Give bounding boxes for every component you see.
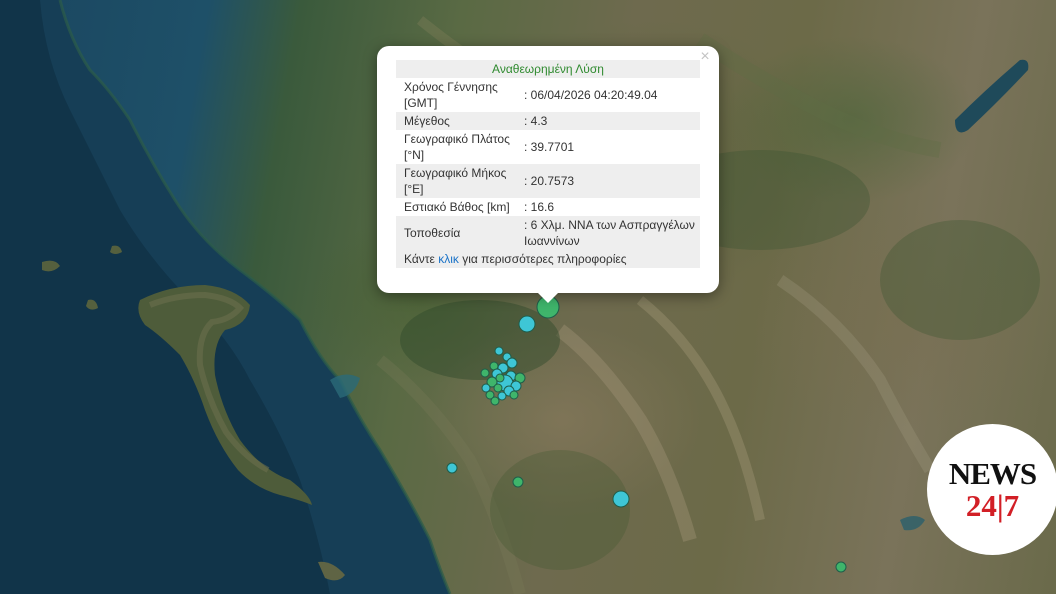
info-row: Χρόνος Γέννησης [GMT] : 06/04/2026 04:20:4…	[396, 78, 700, 112]
info-value: : 39.7701	[524, 140, 575, 154]
info-label: Μέγεθος	[396, 112, 524, 130]
earthquake-marker[interactable]	[480, 368, 490, 378]
earthquake-marker[interactable]	[518, 315, 536, 333]
info-label-text: Τοποθεσία	[404, 226, 461, 240]
info-label-text: Γεωγραφικό Μήκος	[404, 166, 507, 180]
info-label: Γεωγραφικό Μήκος [°E]	[396, 164, 524, 198]
info-value: : 4.3	[524, 114, 548, 128]
more-info-line: Κάντε κλικ για περισσότερες πληροφορίες	[396, 250, 700, 268]
info-label: Χρόνος Γέννησης [GMT]	[396, 78, 524, 112]
info-label-text: Γεωγραφικό Πλάτος	[404, 132, 510, 146]
mountain-ridge	[636, 296, 765, 522]
info-value: : 20.7573	[524, 174, 575, 188]
lake	[955, 59, 1029, 133]
info-value: : 06/04/2026 04:20:49.04	[524, 88, 658, 102]
earthquake-marker[interactable]	[506, 357, 518, 369]
info-value: : 16.6	[524, 200, 555, 214]
popup-title: Αναθεωρημένη Λύση	[396, 60, 700, 78]
earthquake-info-table: Χρόνος Γέννησης [GMT] : 06/04/2026 04:20:4…	[396, 78, 700, 250]
info-label: Τοποθεσία	[396, 216, 524, 250]
info-label: Εστιακό Βάθος [km]	[396, 198, 524, 216]
info-label-text: Μέγεθος	[404, 114, 450, 128]
earthquake-marker[interactable]	[835, 561, 847, 573]
info-label-text: Χρόνος Γέννησης	[404, 80, 498, 94]
info-label-unit: [°N]	[404, 148, 425, 162]
info-row: Γεωγραφικό Πλάτος [°N] : 39.7701	[396, 130, 700, 164]
earthquake-marker[interactable]	[497, 391, 507, 401]
info-row: Τοποθεσία : 6 Χλμ. ΝΝΑ των Ασπραγγέλων Ιω…	[396, 216, 700, 250]
forest-area	[400, 300, 560, 380]
info-label-unit: [°E]	[404, 182, 424, 196]
earthquake-marker[interactable]	[612, 490, 630, 508]
more-info-link[interactable]: κλικ	[438, 252, 459, 266]
info-row: Μέγεθος : 4.3	[396, 112, 700, 130]
news247-logo: NEWS 24|7	[927, 424, 1056, 555]
popup-pointer	[536, 291, 560, 303]
earthquake-popup: × Αναθεωρημένη Λύση Χρόνος Γέννησης [GMT]…	[377, 46, 719, 303]
info-value: : 6 Χλμ. ΝΝΑ των Ασπραγγέλων Ιωαννίνων	[524, 218, 695, 248]
more-info-suffix: για περισσότερες πληροφορίες	[458, 252, 627, 266]
earthquake-marker[interactable]	[493, 383, 503, 393]
info-label-text: Εστιακό Βάθος [km]	[404, 200, 510, 214]
earthquake-marker[interactable]	[490, 396, 500, 406]
info-row: Εστιακό Βάθος [km] : 16.6	[396, 198, 700, 216]
earthquake-marker[interactable]	[446, 462, 458, 474]
earthquake-marker[interactable]	[495, 373, 505, 383]
earthquake-marker[interactable]	[512, 476, 524, 488]
lake	[900, 516, 925, 531]
earthquake-marker[interactable]	[494, 346, 504, 356]
forest-area	[880, 220, 1040, 340]
mountain-ridge	[695, 33, 942, 158]
info-row: Γεωγραφικό Μήκος [°E] : 20.7573	[396, 164, 700, 198]
more-info-prefix: Κάντε	[404, 252, 439, 266]
forest-area	[490, 450, 630, 570]
logo-word-news: NEWS	[948, 456, 1037, 491]
info-label: Γεωγραφικό Πλάτος [°N]	[396, 130, 524, 164]
info-label-unit: [GMT]	[404, 96, 438, 110]
logo-word-247: 24|7	[965, 488, 1020, 523]
earthquake-marker[interactable]	[509, 390, 519, 400]
close-icon[interactable]: ×	[697, 49, 713, 65]
earthquake-marker[interactable]	[481, 383, 491, 393]
